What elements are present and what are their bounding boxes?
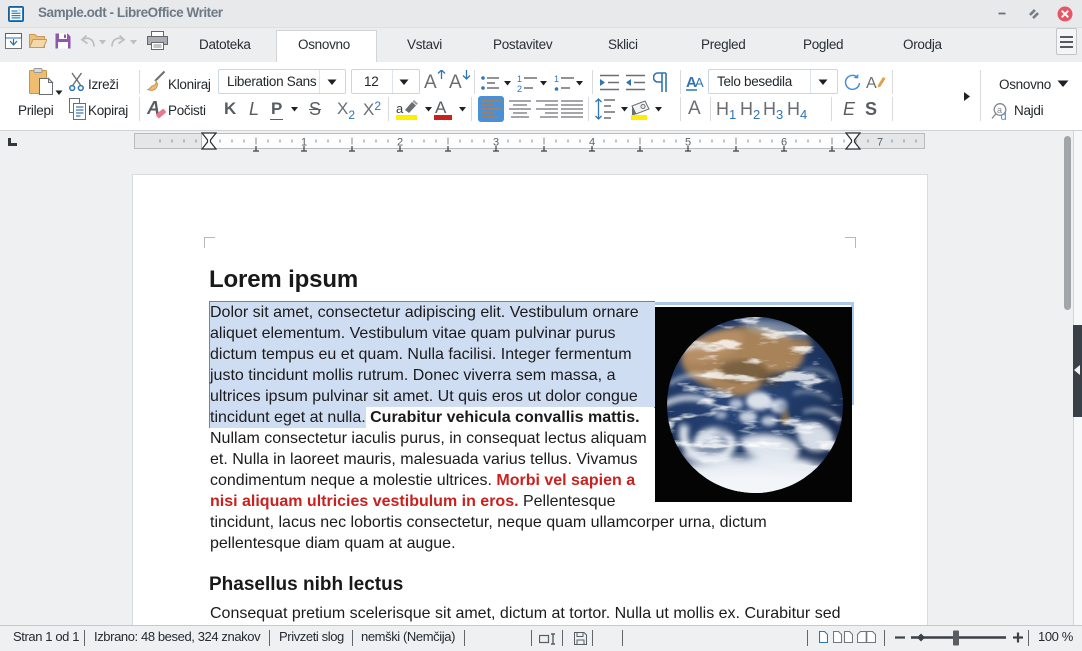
svg-text:d: d	[1001, 111, 1007, 122]
svg-text:7: 7	[877, 137, 883, 149]
svg-text:A: A	[695, 75, 704, 90]
svg-text:1: 1	[517, 74, 522, 84]
svg-text:A: A	[435, 98, 447, 117]
svg-text:A: A	[866, 75, 877, 92]
svg-text:1: 1	[554, 74, 559, 84]
svg-text:a: a	[396, 101, 404, 116]
svg-text:2: 2	[517, 84, 522, 93]
